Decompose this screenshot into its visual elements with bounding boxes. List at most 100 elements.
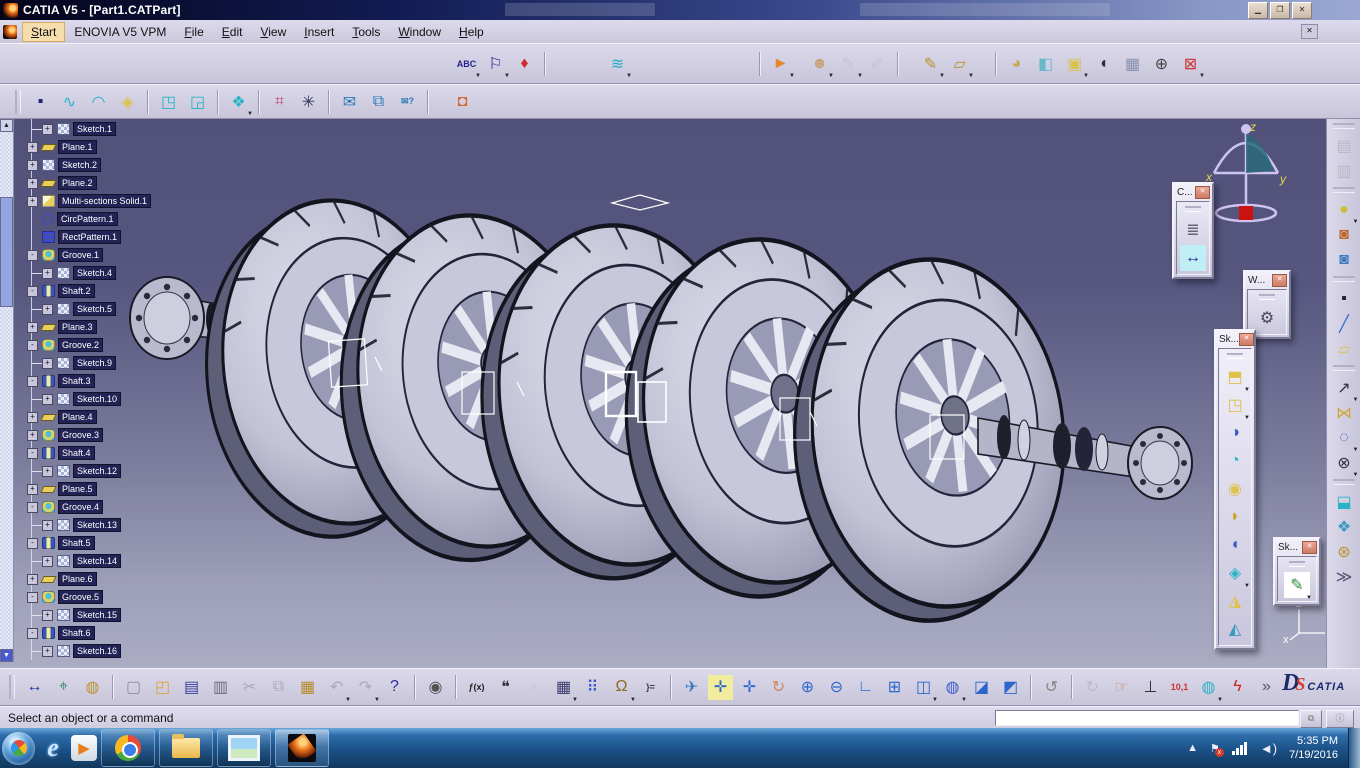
multi-output-icon[interactable]: ❖ ▼ [226, 89, 253, 118]
tree-item-label[interactable]: Plane.3 [58, 320, 97, 334]
tree-item-label[interactable]: Plane.5 [58, 482, 97, 496]
whats-this-icon[interactable]: ? [382, 675, 407, 700]
expand-icon[interactable]: + [42, 645, 53, 657]
expand-icon[interactable]: + [27, 159, 38, 171]
collapse-icon[interactable]: - [27, 285, 38, 297]
network-icon[interactable] [1231, 741, 1248, 755]
tree-item-label[interactable]: Groove.5 [58, 590, 104, 604]
dropdown-arrow-icon[interactable]: ▼ [630, 697, 636, 703]
manipulation-icon[interactable]: ☞ [1109, 675, 1134, 700]
collapse-icon[interactable]: - [27, 249, 38, 261]
update-faded-icon[interactable]: ↻ [1080, 675, 1105, 700]
line-tool-icon[interactable]: ╱ [1332, 311, 1357, 336]
lock-icon[interactable]: Ω ▼ [609, 675, 636, 703]
turntable-mode-icon[interactable]: ↺ [1039, 675, 1064, 700]
point-tool-icon[interactable]: ▪ [1332, 286, 1357, 311]
fly-mode-icon[interactable]: ✈ [679, 675, 704, 700]
zoom-out-icon[interactable]: ⊖ [824, 675, 849, 700]
vpm-connection-icon[interactable]: ◘ [450, 89, 475, 114]
design-table-icon[interactable]: ▦ ▼ [551, 675, 578, 703]
select-element-b-icon[interactable]: ◲ [185, 89, 210, 114]
tree-item-label[interactable]: Shaft.5 [58, 536, 95, 550]
arc-icon[interactable]: ◠ [86, 89, 111, 114]
sketcher-pad-icon[interactable]: ✎ ▼ [918, 51, 945, 80]
slot-icon[interactable]: ◖ [1222, 532, 1248, 558]
tree-item-label[interactable]: Sketch.12 [73, 464, 122, 478]
sketch-icon[interactable]: ✎ ▼ [1284, 572, 1312, 601]
panel-grip[interactable] [1259, 294, 1275, 300]
toolbar-handle[interactable] [1333, 479, 1355, 485]
tree-item-label[interactable]: Groove.3 [58, 428, 104, 442]
collapse-icon[interactable]: - [27, 627, 38, 639]
thick-surface-icon[interactable]: ⬓ [1332, 489, 1357, 514]
view-shaded-hidden-edges-icon[interactable]: ▣ ▼ [1062, 51, 1089, 80]
dropdown-arrow-icon[interactable]: ▼ [1217, 697, 1223, 703]
dropdown-arrow-icon[interactable]: ▼ [828, 73, 834, 79]
hide-show-icon[interactable]: ◪ [969, 675, 994, 700]
collapse-icon[interactable]: - [27, 501, 38, 513]
constraints-panel[interactable]: C... ✕ ≣ ↔ [1172, 182, 1214, 279]
text-with-leader-icon[interactable]: ABC ▼ [454, 51, 481, 80]
apply-material-sphere-icon[interactable]: ● ▼ [1332, 197, 1358, 226]
dropdown-arrow-icon[interactable]: ▼ [789, 73, 795, 79]
tree-item-label[interactable]: Groove.4 [58, 500, 104, 514]
toolbar-handle[interactable] [1333, 276, 1355, 282]
tree-item-label[interactable]: Sketch.16 [73, 644, 122, 658]
axis-system-icon[interactable]: ⊥ [1138, 675, 1163, 700]
plane-diamond-icon[interactable]: ◈ [115, 89, 140, 114]
expand-icon[interactable]: + [27, 141, 38, 153]
expand-icon[interactable]: + [42, 123, 53, 135]
select-element-a-icon[interactable]: ◳ [156, 89, 181, 114]
dropdown-arrow-icon[interactable]: ▼ [475, 73, 481, 79]
save-icon[interactable]: ▤ [179, 675, 204, 700]
select-pointer-icon[interactable]: ► ▼ [768, 51, 795, 80]
tree-item-label[interactable]: Plane.2 [58, 176, 97, 190]
collapse-icon[interactable]: - [27, 591, 38, 603]
tree-item-label[interactable]: Sketch.2 [58, 158, 102, 172]
faded-brush-icon[interactable]: ✎ ▼ [836, 51, 863, 80]
view-hidden-lines-icon[interactable]: ▦ [1120, 51, 1145, 76]
dropdown-arrow-icon[interactable]: ▼ [857, 73, 863, 79]
expand-icon[interactable]: + [42, 519, 53, 531]
mail-multiple-icon[interactable]: ⧉ [366, 89, 391, 114]
plane-tool-icon[interactable]: ▱ [1332, 336, 1357, 361]
menu-help[interactable]: Help [450, 22, 493, 42]
redo-icon[interactable]: ↷ ▼ [353, 675, 380, 703]
dropdown-arrow-icon[interactable]: ▼ [1199, 73, 1205, 79]
tree-item-label[interactable]: Sketch.14 [73, 554, 122, 568]
mirror-icon[interactable]: ⋈ [1332, 400, 1357, 425]
tree-item-label[interactable]: Plane.4 [58, 410, 97, 424]
cut-icon[interactable]: ✂ [237, 675, 262, 700]
mail-help-icon[interactable]: ✉? [395, 89, 420, 114]
dropdown-arrow-icon[interactable]: ▼ [504, 73, 510, 79]
dropdown-arrow-icon[interactable]: ▼ [247, 111, 253, 117]
mail-icon[interactable]: ✉ [337, 89, 362, 114]
stiffener-icon[interactable]: ◮ [1222, 588, 1248, 614]
tree-item-label[interactable]: Sketch.10 [73, 392, 122, 406]
expand-icon[interactable]: + [42, 303, 53, 315]
tree-item-label[interactable]: Sketch.15 [73, 608, 122, 622]
panel-grip[interactable] [1289, 561, 1305, 567]
panel-close-icon[interactable]: ✕ [1195, 186, 1210, 199]
close-button[interactable]: ✕ [1292, 2, 1312, 19]
scaling-icon[interactable]: ⊗ ▼ [1332, 450, 1358, 479]
expand-icon[interactable]: + [42, 267, 53, 279]
sew-surface-icon[interactable]: ❖ [1332, 514, 1357, 539]
fit-all-in-icon[interactable]: ✛ [708, 674, 733, 700]
tree-item-label[interactable]: Sketch.9 [73, 356, 117, 370]
expand-icon[interactable]: + [27, 321, 38, 333]
3d-viewport[interactable]: + Sketch.1 + Plane.1 + Sketch.2 + Plane.2 + Multi… [0, 119, 1360, 668]
material-render-b-icon[interactable]: ◙ [1332, 247, 1357, 272]
expand-command-icon[interactable]: ⧉ [1300, 710, 1322, 728]
measure-between-icon[interactable]: ↔ [22, 675, 47, 700]
dropdown-arrow-icon[interactable]: ▼ [968, 73, 974, 79]
dropdown-arrow-icon[interactable]: ▼ [961, 697, 967, 703]
iso-view-icon[interactable]: ◫ ▼ [911, 675, 938, 703]
sketch-based-features-panel[interactable]: Sk... ✕ ⬒ ▼ ◳ ▼ ◑ ◔ ◉ ◗ ◖ ◈ ▼ ◮ ◭ [1214, 329, 1256, 650]
panel-close-icon[interactable]: ✕ [1272, 274, 1287, 287]
rotate-icon[interactable]: ↻ [766, 675, 791, 700]
grid-pick-icon[interactable]: ⌗ [267, 89, 292, 114]
translate-icon[interactable]: ↗ ▼ [1332, 375, 1358, 404]
constraints-in-dialog-icon[interactable]: ≣ [1180, 217, 1206, 243]
dropdown-arrow-icon[interactable]: ▼ [939, 73, 945, 79]
